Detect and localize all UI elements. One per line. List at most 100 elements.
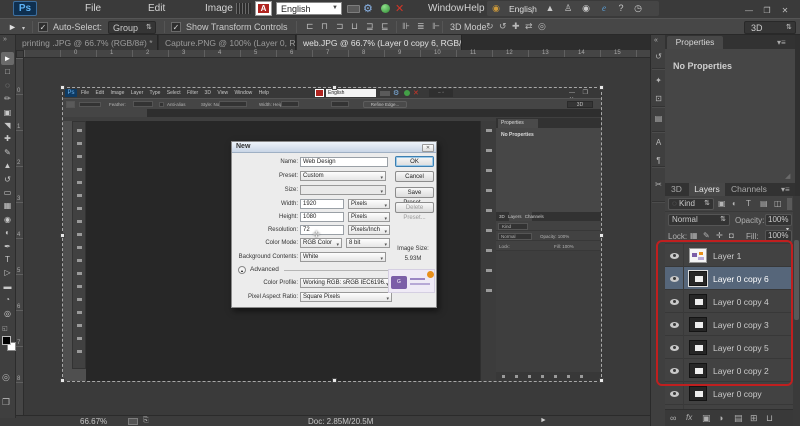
tab-3d[interactable]: 3D <box>671 183 682 196</box>
layers-scrollbar[interactable] <box>793 196 800 426</box>
menu-help[interactable]: Help <box>464 3 485 14</box>
brush-tool[interactable]: ✎ <box>1 146 14 159</box>
path-selection-tool[interactable]: ▷ <box>1 266 14 279</box>
transform-handle[interactable] <box>599 378 604 383</box>
healing-brush-tool[interactable]: ✚ <box>1 132 14 145</box>
transform-handle[interactable] <box>599 85 604 90</box>
pen-tool[interactable]: ✒ <box>1 240 14 253</box>
mode-3d-icon-1[interactable]: ↺ <box>499 21 507 32</box>
align-icon-2[interactable]: ⊐ <box>336 21 344 32</box>
close-overlay-icon[interactable]: ✕ <box>395 2 404 15</box>
ie-icon[interactable]: e <box>597 3 611 13</box>
gold-swirl-icon[interactable]: ◉ <box>489 3 503 14</box>
delete-layer-icon[interactable]: ⊔ <box>766 413 773 424</box>
document-tab-2[interactable]: web.JPG @ 66.7% (Layer 0 copy 6, RGB/8#)… <box>297 35 462 50</box>
add-mask-icon[interactable]: ▣ <box>702 413 711 424</box>
measurement-icon[interactable]: ✂ <box>651 180 666 189</box>
distribute-icon-0[interactable]: ⊪ <box>402 21 410 32</box>
auto-select-checkbox[interactable]: ✓ <box>38 22 48 32</box>
screen-mode-icon[interactable]: ❐ <box>2 397 10 408</box>
type-tool[interactable]: T <box>1 253 14 266</box>
minimize-button[interactable]: — <box>742 6 756 16</box>
transform-handle[interactable] <box>60 85 65 90</box>
resize-grip-icon[interactable]: ◢ <box>785 172 790 180</box>
mode-3d-icon-2[interactable]: ✚ <box>512 21 520 32</box>
tab-channels[interactable]: Channels <box>731 183 767 196</box>
brush-presets-icon[interactable]: ✦ <box>651 76 666 85</box>
crop-tool[interactable]: ▣ <box>1 106 14 119</box>
new-group-icon[interactable]: ▤ <box>734 413 743 424</box>
link-layers-icon[interactable]: ∞ <box>670 413 676 423</box>
transform-handle[interactable] <box>332 85 337 90</box>
align-icon-1[interactable]: ⊓ <box>321 21 328 32</box>
transform-handle[interactable] <box>60 233 65 238</box>
hand-tool[interactable]: ◔ <box>1 293 14 306</box>
new-layer-icon[interactable]: ⊞ <box>750 413 758 424</box>
paragraph-panel-icon[interactable]: ¶ <box>651 156 666 165</box>
filter-adjustment-icon[interactable]: ◐ <box>732 199 737 208</box>
white-shape-icon[interactable]: ▲ <box>543 3 557 13</box>
transform-selection-border[interactable] <box>62 87 602 382</box>
marquee-tool[interactable]: □ <box>1 65 14 78</box>
transform-handle[interactable] <box>60 378 65 383</box>
align-icon-5[interactable]: ⊑ <box>381 21 389 32</box>
mode-3d-icon-3[interactable]: ⇄ <box>525 21 533 32</box>
eyedropper-tool[interactable]: ◥ <box>1 119 14 132</box>
status-flyout-icon[interactable]: ► <box>540 417 547 424</box>
menu-file[interactable]: File <box>85 3 101 14</box>
pawn-icon[interactable]: ♙ <box>561 3 575 14</box>
zoom-tool[interactable]: ◎ <box>1 307 14 320</box>
filter-toggle[interactable] <box>787 198 792 210</box>
lock-pixels-icon[interactable]: ✎ <box>703 231 710 240</box>
mode-3d-icon-0[interactable]: ↻ <box>486 21 494 32</box>
gear-icon[interactable]: ⚙ <box>363 2 373 15</box>
scrollbar-thumb[interactable] <box>794 240 799 320</box>
collapse-panel-icon[interactable]: » <box>3 36 7 43</box>
dot-icon[interactable]: ◉ <box>579 3 593 14</box>
adjustment-layer-icon[interactable]: ◑ <box>718 413 723 423</box>
menu-window[interactable]: Window <box>428 3 464 14</box>
clone-source-icon[interactable]: ⊡ <box>651 94 666 103</box>
filter-kind-dropdown[interactable]: ◌ Kind⇅ <box>668 198 714 210</box>
layer-thumbnail[interactable] <box>689 386 707 401</box>
align-icon-3[interactable]: ⊔ <box>351 21 358 32</box>
tool-preset-caret[interactable]: ▾ <box>22 25 25 32</box>
show-transform-checkbox[interactable]: ✓ <box>171 22 181 32</box>
menu-edit[interactable]: Edit <box>148 3 165 14</box>
dodge-tool[interactable]: ◐ <box>1 226 14 239</box>
power-icon[interactable]: ◷ <box>631 3 645 14</box>
filter-smart-icon[interactable]: ◫ <box>774 199 782 208</box>
keyboard-icon[interactable] <box>347 5 360 13</box>
move-tool[interactable]: ► <box>1 52 14 65</box>
status-orb-icon[interactable] <box>381 4 390 13</box>
document-tab-0[interactable]: printing .JPG @ 66.7% (RGB/8#) *✕ <box>16 35 158 50</box>
expand-panels-icon[interactable]: « <box>654 37 658 44</box>
tab-properties[interactable]: Properties <box>667 36 723 49</box>
lock-all-icon[interactable]: ◘ <box>729 231 734 240</box>
transform-handle[interactable] <box>332 378 337 383</box>
layer-comps-icon[interactable]: ▤ <box>651 114 666 123</box>
document-tab-1[interactable]: Capture.PNG @ 100% (Layer 0, RGB/8#)✕ <box>159 35 296 50</box>
panel-menu-icon[interactable]: ▾≡ <box>777 38 786 47</box>
distribute-icon-2[interactable]: ⊩ <box>432 21 440 32</box>
zoom-level-field[interactable]: 66.67% <box>80 417 107 426</box>
language-tool-icon[interactable]: A <box>255 1 272 16</box>
panel-menu-icon[interactable]: ▾≡ <box>781 185 790 194</box>
help-circle-icon[interactable]: ? <box>614 3 628 13</box>
lock-position-icon[interactable]: ✛ <box>716 231 723 240</box>
default-colors-icon[interactable]: ◱ <box>2 325 8 332</box>
character-panel-icon[interactable]: A <box>651 138 666 147</box>
lasso-tool[interactable]: ◌ <box>1 79 14 92</box>
quick-selection-tool[interactable]: ✏ <box>1 92 14 105</box>
opacity-dropdown[interactable]: 100%▾ <box>765 214 792 226</box>
restore-button[interactable]: ❐ <box>760 6 774 16</box>
shape-tool[interactable]: ▬ <box>1 280 14 293</box>
history-brush-tool[interactable]: ↺ <box>1 173 14 186</box>
filter-shape-icon[interactable]: ▤ <box>760 199 768 208</box>
align-icon-4[interactable]: ⊒ <box>366 21 374 32</box>
tab-layers[interactable]: Layers <box>689 183 725 196</box>
foreground-color-swatch[interactable] <box>2 336 11 345</box>
close-button[interactable]: ✕ <box>778 6 792 16</box>
blur-tool[interactable]: ◉ <box>1 213 14 226</box>
lock-transparency-icon[interactable]: ▦ <box>690 231 698 240</box>
